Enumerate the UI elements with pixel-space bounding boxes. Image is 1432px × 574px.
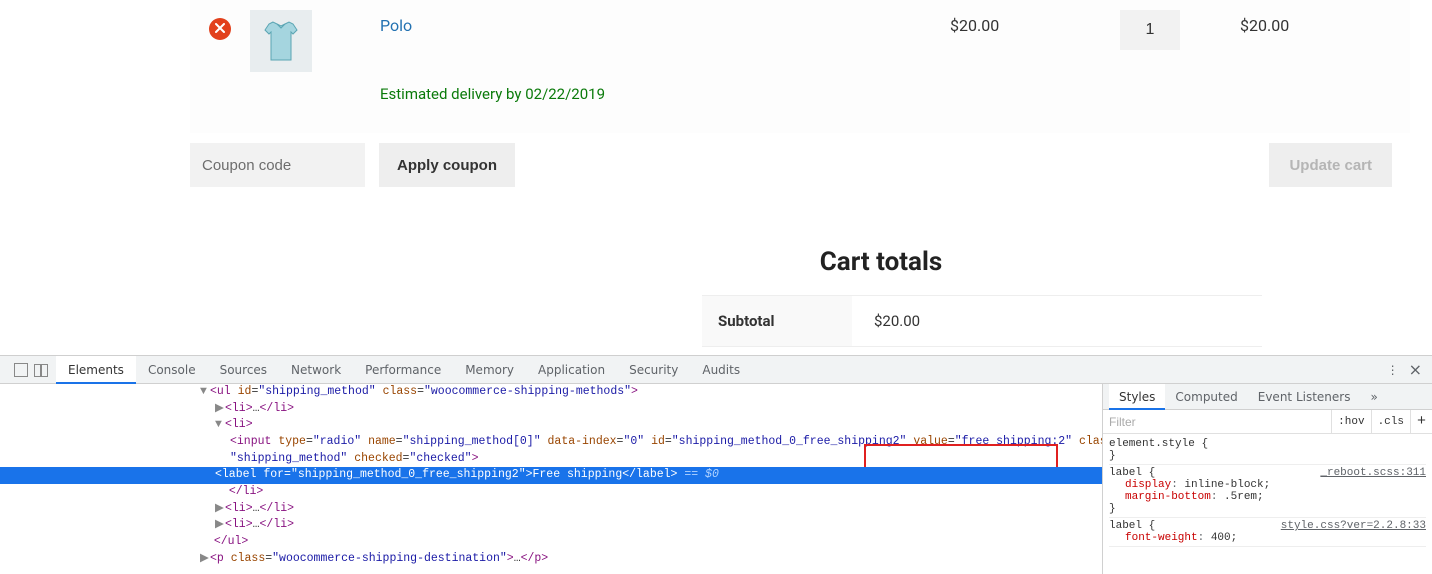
styles-tab-computed[interactable]: Computed — [1165, 384, 1247, 410]
css-rule[interactable]: style.css?ver=2.2.8:33 label { font-weig… — [1109, 518, 1426, 547]
styles-tabs: Styles Computed Event Listeners » — [1103, 384, 1432, 410]
dom-node[interactable]: ▶<li>…</li> — [0, 401, 1102, 418]
coupon-code-input[interactable] — [190, 143, 365, 187]
devtools-body: ▼<ul id="shipping_method" class="woocomm… — [0, 384, 1432, 574]
source-link[interactable]: style.css?ver=2.2.8:33 — [1281, 520, 1426, 532]
styles-panel: Styles Computed Event Listeners » :hov .… — [1103, 384, 1432, 574]
tab-sources[interactable]: Sources — [208, 356, 279, 384]
dom-node[interactable]: ▼<ul id="shipping_method" class="woocomm… — [0, 384, 1102, 401]
estimated-delivery: Estimated delivery by 02/22/2019 — [380, 35, 950, 103]
cart-totals-heading: Cart totals — [350, 247, 1412, 277]
tab-security[interactable]: Security — [617, 356, 690, 384]
remove-cell — [190, 10, 250, 40]
cart-item-row: Polo Estimated delivery by 02/22/2019 $2… — [190, 0, 1410, 133]
cart-actions: Apply coupon Update cart — [190, 143, 1412, 187]
dom-node[interactable]: <input type="radio" name="shipping_metho… — [0, 434, 1102, 467]
dom-node[interactable]: </ul> — [0, 534, 1102, 551]
item-subtotal: $20.00 — [1240, 10, 1410, 35]
source-link[interactable]: _reboot.scss:311 — [1320, 467, 1426, 479]
tab-elements[interactable]: Elements — [56, 356, 136, 384]
dom-node[interactable]: ▶<p class="woocommerce-shipping-destinat… — [0, 551, 1102, 568]
tab-audits[interactable]: Audits — [690, 356, 752, 384]
subtotal-value: $20.00 — [852, 295, 1262, 347]
quantity-cell — [1120, 10, 1240, 50]
styles-tab-styles[interactable]: Styles — [1109, 384, 1165, 410]
styles-filter-row: :hov .cls + — [1103, 410, 1432, 434]
tab-network[interactable]: Network — [279, 356, 353, 384]
tab-console[interactable]: Console — [136, 356, 208, 384]
css-rule[interactable]: _reboot.scss:311 label { display: inline… — [1109, 465, 1426, 518]
inspect-icon[interactable] — [14, 363, 28, 377]
dom-node[interactable]: ▶<li>…</li> — [0, 517, 1102, 534]
styles-add-rule[interactable]: + — [1410, 410, 1432, 434]
device-toggle-icon[interactable] — [34, 363, 48, 377]
dom-node[interactable]: </li> — [0, 484, 1102, 501]
dom-node[interactable]: ▶<li>…</li> — [0, 501, 1102, 518]
close-icon — [215, 22, 225, 37]
close-devtools-icon[interactable]: × — [1409, 360, 1422, 379]
cart-totals-table: Subtotal $20.00 — [702, 295, 1262, 347]
subtotal-row: Subtotal $20.00 — [702, 295, 1262, 347]
product-image[interactable] — [250, 10, 312, 72]
remove-item-button[interactable] — [209, 18, 231, 40]
polo-shirt-icon — [261, 18, 301, 64]
styles-hov-toggle[interactable]: :hov — [1331, 410, 1370, 434]
quantity-input[interactable] — [1120, 10, 1180, 50]
item-price: $20.00 — [950, 10, 1120, 35]
apply-coupon-button[interactable]: Apply coupon — [379, 143, 515, 187]
cart-page: Polo Estimated delivery by 02/22/2019 $2… — [0, 0, 1432, 347]
devtools-tabbar: Elements Console Sources Network Perform… — [0, 356, 1432, 384]
styles-cls-toggle[interactable]: .cls — [1371, 410, 1410, 434]
styles-tab-more[interactable]: » — [1360, 384, 1387, 410]
styles-body[interactable]: element.style { } _reboot.scss:311 label… — [1103, 434, 1432, 549]
dom-node[interactable]: ▼<li> — [0, 417, 1102, 434]
product-name-link[interactable]: Polo — [380, 16, 412, 35]
update-cart-button[interactable]: Update cart — [1269, 143, 1392, 187]
product-name-cell: Polo Estimated delivery by 02/22/2019 — [380, 10, 950, 103]
dom-node-selected[interactable]: <label for="shipping_method_0_free_shipp… — [0, 467, 1102, 484]
devtools-panel: Elements Console Sources Network Perform… — [0, 355, 1432, 574]
subtotal-label: Subtotal — [702, 295, 852, 347]
tab-performance[interactable]: Performance — [353, 356, 453, 384]
elements-panel[interactable]: ▼<ul id="shipping_method" class="woocomm… — [0, 384, 1103, 574]
styles-tab-event[interactable]: Event Listeners — [1248, 384, 1361, 410]
tab-memory[interactable]: Memory — [453, 356, 526, 384]
tab-application[interactable]: Application — [526, 356, 617, 384]
product-thumb-cell — [250, 10, 380, 72]
styles-filter-input[interactable] — [1103, 411, 1331, 433]
kebab-icon[interactable]: ⋮ — [1387, 363, 1399, 377]
css-rule[interactable]: element.style { } — [1109, 436, 1426, 465]
